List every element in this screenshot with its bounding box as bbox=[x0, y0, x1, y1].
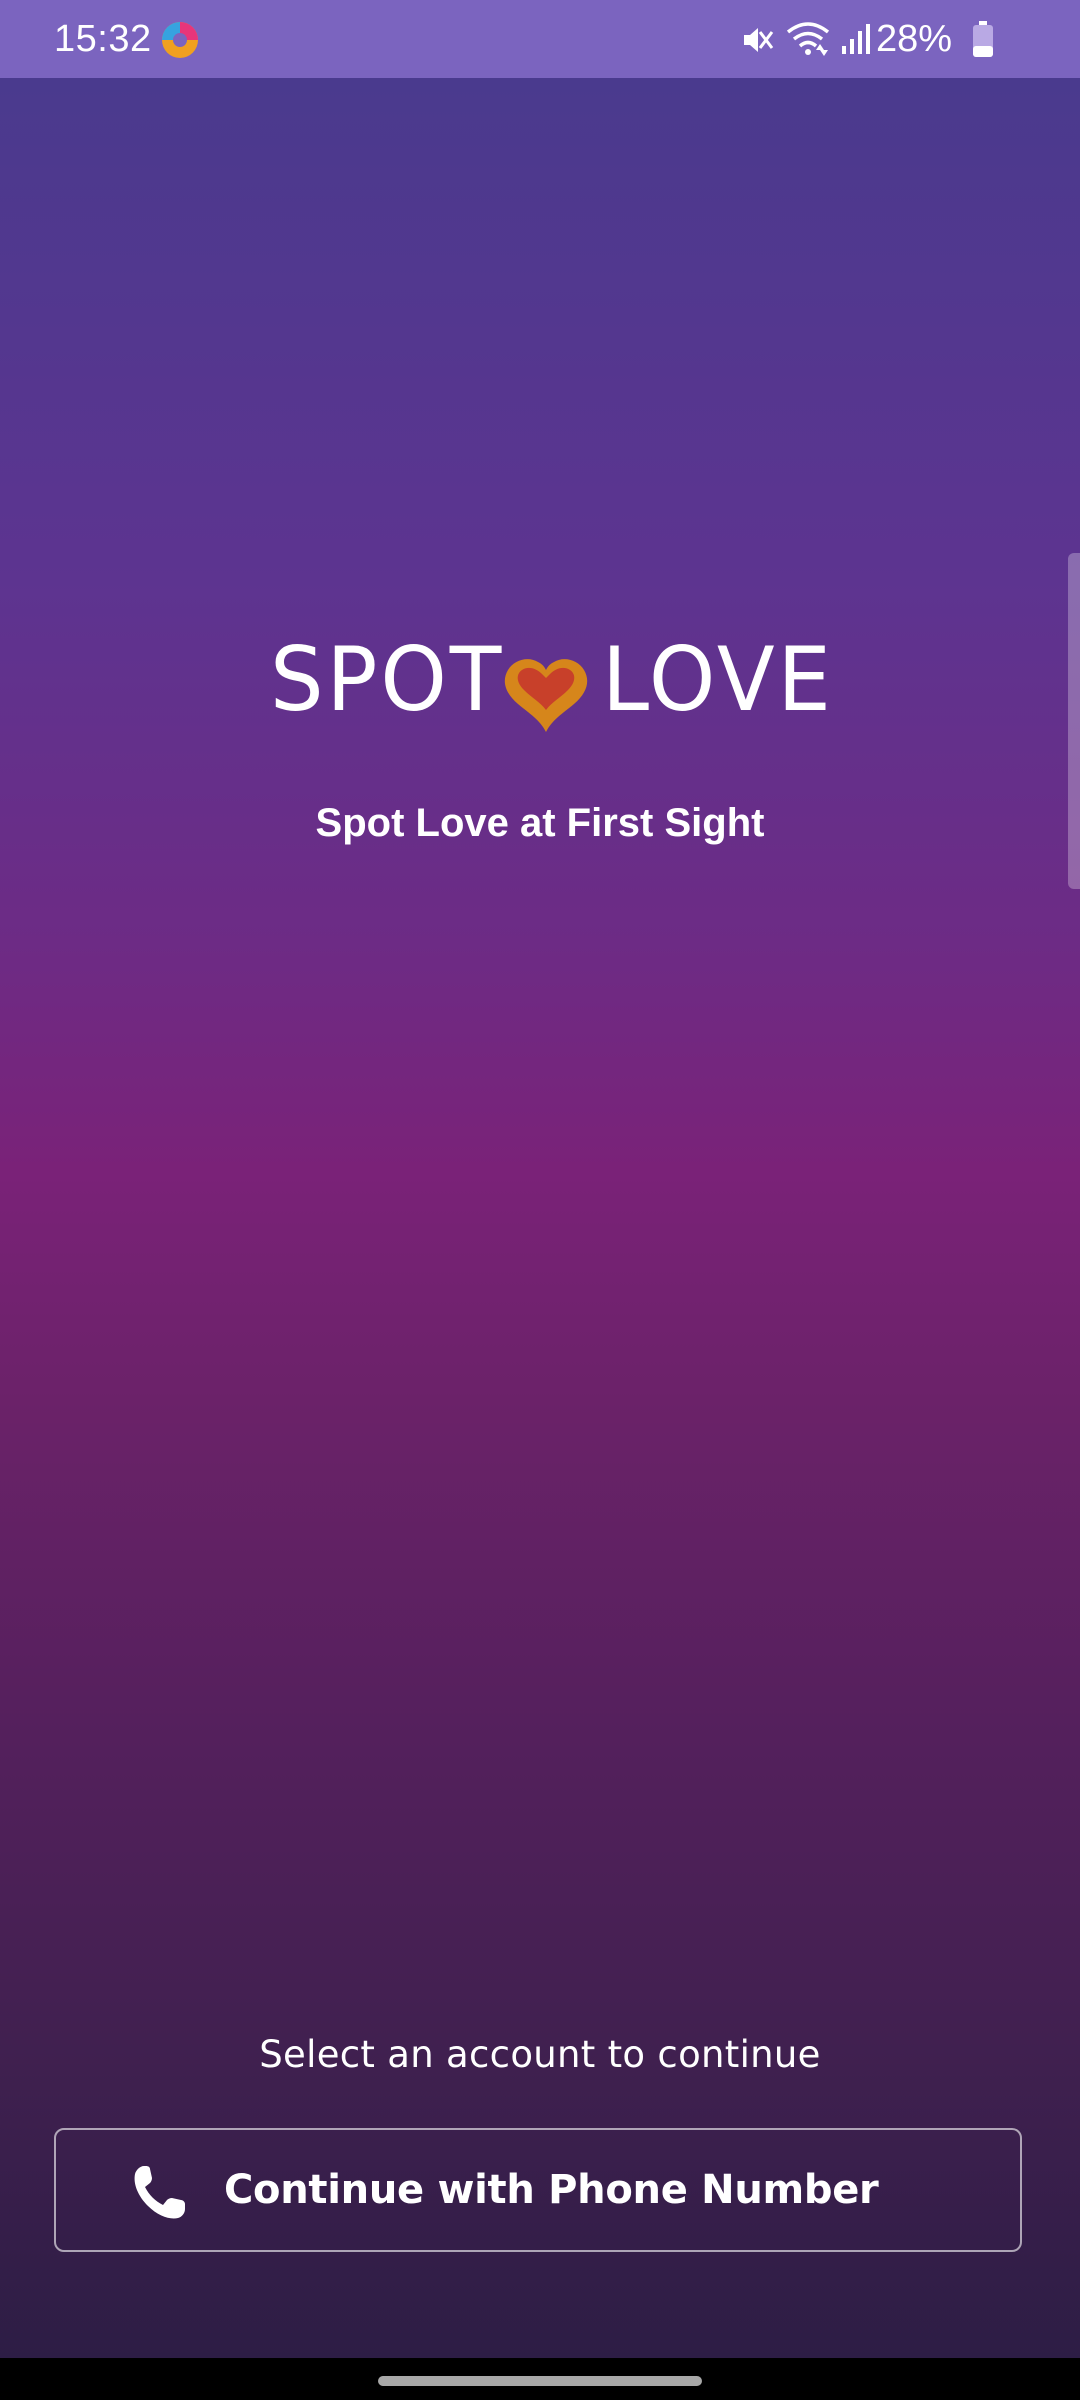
continue-with-phone-label: Continue with Phone Number bbox=[224, 2167, 879, 2213]
status-bar: 15:32 28% bbox=[0, 0, 1080, 78]
logo-word-spot: SPOT bbox=[270, 628, 505, 731]
welcome-screen bbox=[0, 78, 1080, 2358]
continue-with-phone-button[interactable]: Continue with Phone Number bbox=[54, 2128, 1022, 2252]
screen: 15:32 28% SPOT LOVE Spot Love at First S… bbox=[0, 0, 1080, 2400]
app-logo: SPOT LOVE bbox=[270, 628, 831, 740]
mute-icon bbox=[744, 28, 774, 52]
app-notification-icon bbox=[162, 22, 198, 58]
tagline: Spot Love at First Sight bbox=[315, 801, 765, 845]
home-handle[interactable] bbox=[378, 2376, 702, 2386]
battery-icon bbox=[973, 21, 993, 57]
status-time: 15:32 bbox=[54, 18, 152, 60]
select-account-prompt: Select an account to continue bbox=[259, 2033, 821, 2076]
wifi-icon bbox=[786, 22, 830, 56]
logo-word-love: LOVE bbox=[602, 628, 834, 731]
battery-percentage: 28% bbox=[876, 18, 953, 60]
phone-icon bbox=[134, 2166, 185, 2219]
signal-icon bbox=[842, 24, 870, 54]
status-icons: 28% bbox=[720, 0, 1080, 78]
heart-icon bbox=[504, 659, 588, 732]
navigation-bar bbox=[0, 2358, 1080, 2400]
